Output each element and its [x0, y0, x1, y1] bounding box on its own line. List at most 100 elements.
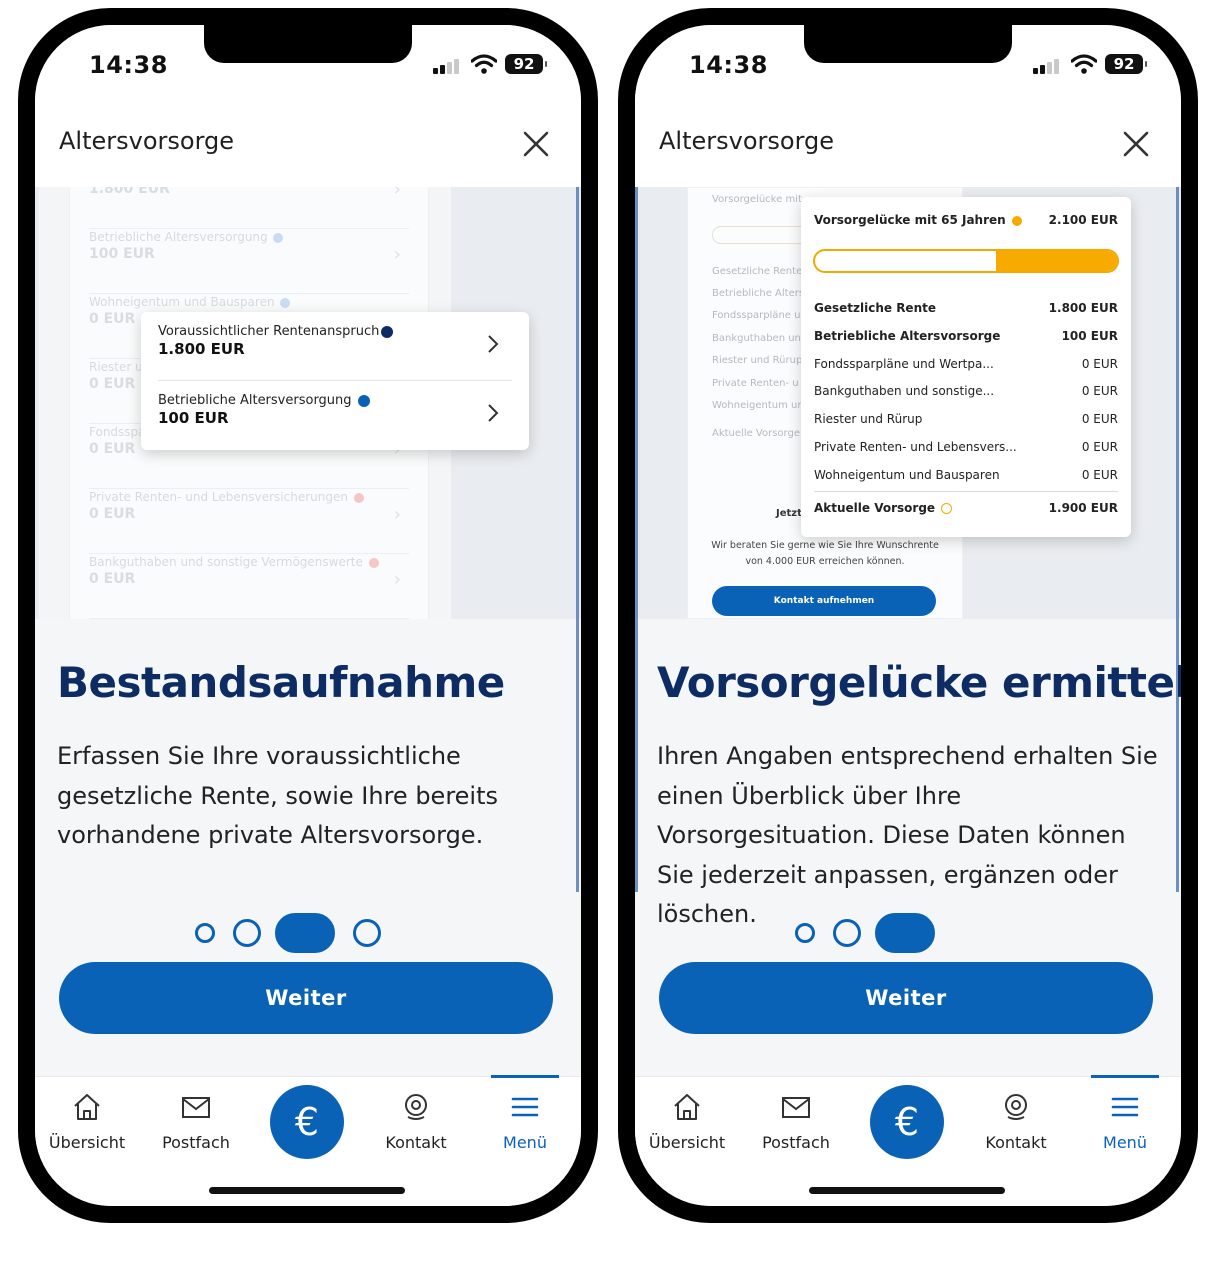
list-item-value: 1.800 EUR — [89, 187, 170, 197]
list-item: Bankguthaben und sonstige Vermögenswerte… — [89, 555, 409, 619]
tab-overview[interactable]: Übersicht — [37, 1091, 137, 1152]
pension-gap-card: Vorsorgelücke mit 65 Jahren 2.100 EUR Ge… — [801, 197, 1131, 537]
page-dot[interactable] — [353, 919, 381, 947]
pension-row: Betriebliche Altersvorsorge 100 EUR — [814, 329, 1118, 343]
tab-label: Übersicht — [648, 1133, 726, 1152]
status-dot — [368, 557, 379, 568]
screen-right: 14:38 92 Altersvorsorge Vorsorgelücke mi… — [635, 25, 1181, 1206]
wifi-icon — [471, 54, 497, 74]
gap-title-row: Vorsorgelücke mit 65 Jahren 2.100 EUR — [814, 213, 1118, 227]
pension-row-value: 0 EUR — [1081, 440, 1118, 454]
app-bar: Altersvorsorge — [35, 115, 581, 187]
tab-inbox[interactable]: Postfach — [746, 1091, 846, 1152]
popup-label: Betriebliche Altersversorgung — [158, 393, 352, 408]
list-item-label: Bankguthaben un — [712, 333, 801, 344]
pension-row-value: 0 EUR — [1081, 356, 1118, 371]
euro-button[interactable]: € — [270, 1085, 344, 1159]
list-item-label: Gesetzliche Rente — [712, 266, 803, 277]
pension-gap-bar — [813, 249, 1119, 273]
pension-row: Riester und Rürup 0 EUR — [814, 412, 1118, 426]
mail-icon — [782, 1097, 810, 1118]
pension-row: Wohneigentum und Bausparen 0 EUR — [814, 468, 1118, 482]
tab-menu[interactable]: Menü — [1075, 1091, 1175, 1152]
pension-row-label: Wohneigentum und Bausparen — [814, 467, 1000, 482]
close-icon[interactable] — [1121, 129, 1151, 159]
list-item-label: Aktuelle Vorsorge — [712, 428, 800, 439]
status-dot — [357, 394, 370, 407]
pension-row-value: 1.800 EUR — [1048, 301, 1118, 315]
tab-label: Postfach — [162, 1133, 230, 1152]
tab-menu[interactable]: Menü — [475, 1091, 575, 1152]
pension-row-label: Bankguthaben und sonstige... — [814, 384, 995, 399]
list-item: Betriebliche Altersversorgung 100 EUR › — [89, 230, 409, 294]
chevron-right-icon: › — [393, 504, 401, 525]
notch — [804, 25, 1012, 63]
total-label: Aktuelle Vorsorge — [814, 501, 936, 515]
phone-frame-left: 14:38 92 Altersvorsorge 1.800 EUR › Betr… — [18, 8, 598, 1223]
popup-value: 100 EUR — [158, 409, 229, 427]
list-item-label: Private Renten- u — [712, 378, 799, 389]
page-dot[interactable] — [833, 919, 861, 947]
page-dot[interactable] — [195, 923, 215, 943]
tab-label: Übersicht — [48, 1133, 126, 1152]
onboarding-description: Ihren Angaben entsprechend erhalten Sie … — [657, 742, 1158, 928]
active-tab-indicator — [1091, 1075, 1159, 1078]
signal-icon — [433, 58, 463, 74]
pension-row-value: 0 EUR — [1081, 467, 1118, 482]
page-dot[interactable] — [795, 923, 815, 943]
page-indicator — [195, 913, 395, 953]
divider — [814, 491, 1118, 492]
list-item-label: Fondssparpläne u — [712, 310, 801, 321]
page-dot[interactable] — [233, 919, 261, 947]
chevron-right-icon: › — [393, 569, 401, 590]
page-dot-active[interactable] — [875, 913, 935, 953]
tab-contact[interactable]: Kontakt — [966, 1091, 1066, 1152]
euro-button[interactable]: € — [870, 1085, 944, 1159]
list-item-label: Private Renten- und Lebensversicherungen — [89, 490, 348, 504]
scroll-edge — [635, 187, 638, 892]
onboarding-illustration: 1.800 EUR › Betriebliche Altersversorgung … — [35, 187, 581, 619]
status-dot — [353, 492, 364, 503]
list-item-value: 0 EUR — [89, 506, 136, 522]
app-bar: Altersvorsorge — [635, 115, 1181, 187]
list-item-label: Betriebliche Altersversorgung — [89, 230, 268, 244]
status-dot — [273, 232, 284, 243]
battery-icon: 92 — [1105, 54, 1147, 74]
list-item-label: Riester und Rürup — [712, 355, 803, 366]
pension-row: Bankguthaben und sonstige... 0 EUR — [814, 384, 1118, 398]
continue-button[interactable]: Weiter — [59, 962, 553, 1034]
phone-frame-right: 14:38 92 Altersvorsorge Vorsorgelücke mi… — [618, 8, 1198, 1223]
status-dot — [1011, 215, 1022, 226]
tab-contact[interactable]: Kontakt — [366, 1091, 466, 1152]
status-time: 14:38 — [89, 51, 168, 79]
close-icon[interactable] — [521, 129, 551, 159]
pension-row-label: Gesetzliche Rente — [814, 301, 936, 315]
tab-label: Postfach — [762, 1133, 830, 1152]
notch — [204, 25, 412, 63]
active-tab-indicator — [491, 1075, 559, 1078]
menu-icon — [511, 1097, 539, 1117]
list-item-label: Bankguthaben und sonstige Vermögenswerte — [89, 555, 363, 569]
home-icon — [674, 1094, 700, 1120]
popup-label: Voraussichtlicher Rentenanspruch — [158, 324, 380, 339]
tab-inbox[interactable]: Postfach — [146, 1091, 246, 1152]
list-item-label: Vorsorgelücke mit — [712, 194, 802, 205]
list-item-label: Betriebliche Alters — [712, 288, 805, 299]
scroll-edge — [1176, 187, 1179, 892]
status-time: 14:38 — [689, 51, 768, 79]
chevron-right-icon — [488, 404, 499, 422]
tab-overview[interactable]: Übersicht — [637, 1091, 737, 1152]
page-indicator — [795, 913, 955, 953]
tab-label: Menü — [1103, 1133, 1147, 1152]
total-value: 1.900 EUR — [1048, 501, 1118, 515]
chevron-right-icon: › — [393, 244, 401, 265]
gap-value: 2.100 EUR — [1048, 213, 1118, 227]
scroll-edge — [576, 187, 579, 892]
tab-label: Kontakt — [985, 1133, 1047, 1152]
continue-button[interactable]: Weiter — [659, 962, 1153, 1034]
onboarding-headline: Vorsorgelücke ermitteln — [657, 658, 1181, 707]
popup-row-pension: Voraussichtlicher Rentenanspruch 1.800 E… — [158, 312, 512, 380]
pension-row: Fondssparpläne und Wertpa... 0 EUR — [814, 357, 1118, 371]
page-dot-active[interactable] — [275, 913, 335, 953]
pension-row: Private Renten- und Lebensvers... 0 EUR — [814, 440, 1118, 454]
